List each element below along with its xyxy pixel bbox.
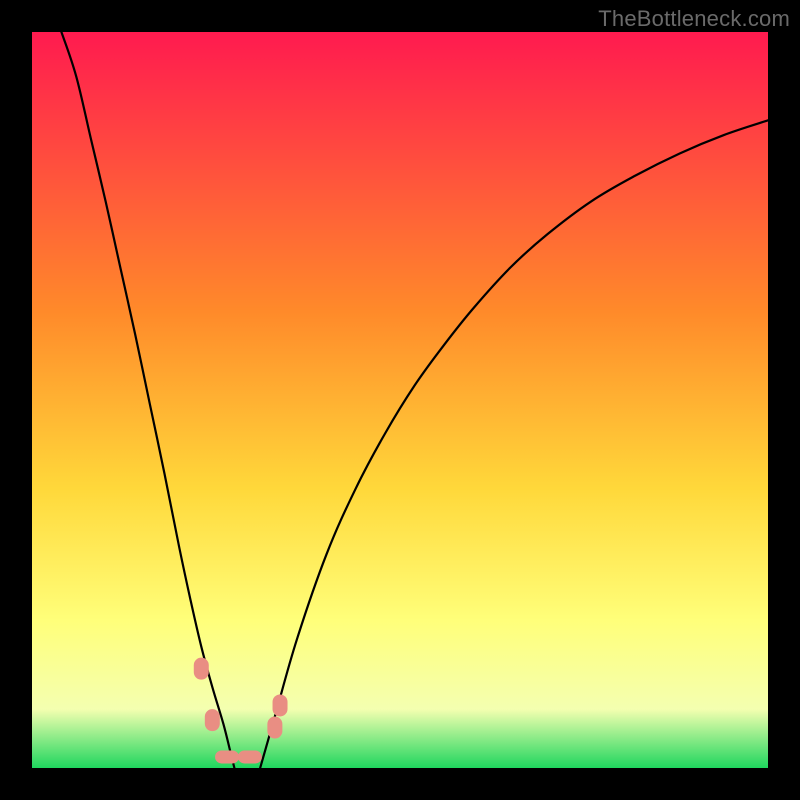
gradient-background <box>32 32 768 768</box>
bottom-marker-2 <box>238 750 262 763</box>
right-marker-1 <box>267 717 282 739</box>
left-marker-1 <box>194 658 209 680</box>
watermark-text: TheBottleneck.com <box>598 6 790 32</box>
plot-area <box>32 32 768 768</box>
left-marker-2 <box>205 709 220 731</box>
bottom-marker-1 <box>215 750 239 763</box>
chart-svg <box>32 32 768 768</box>
chart-frame: TheBottleneck.com <box>0 0 800 800</box>
right-marker-2 <box>273 694 288 716</box>
